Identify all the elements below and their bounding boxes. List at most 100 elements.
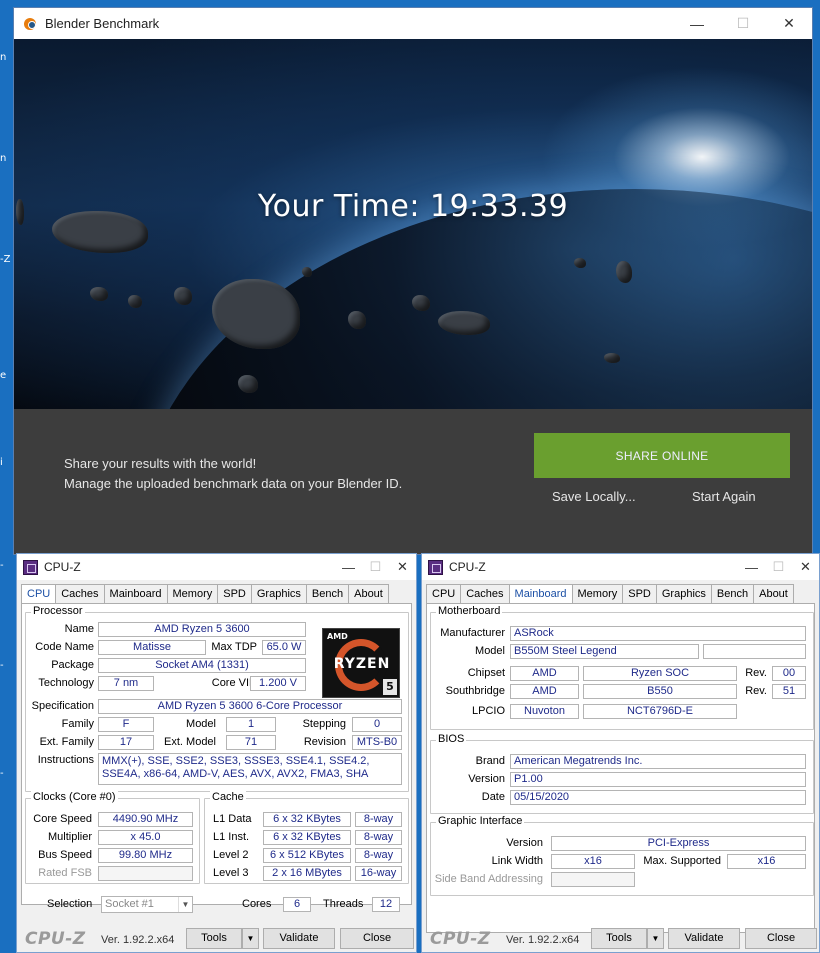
instructions-value: MMX(+), SSE, SSE2, SSE3, SSSE3, SSE4.1, … xyxy=(98,753,402,785)
asteroid xyxy=(604,353,620,363)
amd-text: AMD xyxy=(327,632,348,641)
tools-button[interactable]: Tools xyxy=(591,928,647,949)
close-button[interactable]: ✕ xyxy=(792,554,819,580)
tab-spd[interactable]: SPD xyxy=(218,584,252,604)
l1-data-size: 6 x 32 KBytes xyxy=(263,812,351,827)
tab-bench[interactable]: Bench xyxy=(711,584,755,604)
field-label: Ext. Model xyxy=(164,736,216,748)
mainboard-panel: Motherboard Manufacturer ASRock Model B5… xyxy=(426,603,815,933)
tab-spd[interactable]: SPD xyxy=(623,584,657,604)
validate-button[interactable]: Validate xyxy=(263,928,335,949)
package-value: Socket AM4 (1331) xyxy=(98,658,306,673)
tab-graphics[interactable]: Graphics xyxy=(656,584,712,604)
tab-bar: CPU Caches Mainboard Memory SPD Graphics… xyxy=(21,584,389,605)
blender-logo-icon xyxy=(23,16,39,32)
field-label: Rev. xyxy=(745,667,767,679)
tab-memory[interactable]: Memory xyxy=(167,584,219,604)
bios-date-value: 05/15/2020 xyxy=(510,790,806,805)
minimize-button[interactable]: — xyxy=(335,554,362,580)
asteroid xyxy=(238,375,258,393)
southbridge-vendor-value: AMD xyxy=(510,684,579,699)
tab-mainboard[interactable]: Mainboard xyxy=(509,584,573,605)
socket-select[interactable]: Socket #1 ▼ xyxy=(101,896,193,913)
asteroid xyxy=(128,295,142,308)
close-button[interactable]: ✕ xyxy=(389,554,416,580)
field-label: Multiplier xyxy=(47,831,92,843)
tools-dropdown-button[interactable]: ▼ xyxy=(647,928,664,949)
minimize-button[interactable]: — xyxy=(738,554,765,580)
motherboard-group: Motherboard Manufacturer ASRock Model B5… xyxy=(430,605,814,730)
field-label: Stepping xyxy=(302,718,346,730)
save-locally-link[interactable]: Save Locally... xyxy=(552,489,636,504)
desktop-icon-label: -Z xyxy=(0,254,11,265)
share-description: Share your results with the world! Manag… xyxy=(64,454,424,494)
tools-dropdown-button[interactable]: ▼ xyxy=(242,928,259,949)
chipset-name-value: Ryzen SOC xyxy=(583,666,737,681)
core-vid-value: 1.200 V xyxy=(250,676,306,691)
field-label: Southbridge xyxy=(445,685,505,697)
validate-button[interactable]: Validate xyxy=(668,928,740,949)
share-panel: Share your results with the world! Manag… xyxy=(14,409,812,554)
asteroid xyxy=(412,295,430,311)
field-label: Name xyxy=(64,623,94,635)
field-label: Side Band Addressing xyxy=(434,873,543,885)
desktop-icon-label: n xyxy=(0,153,7,164)
tab-mainboard[interactable]: Mainboard xyxy=(104,584,168,604)
tab-cpu[interactable]: CPU xyxy=(21,584,57,605)
title-bar[interactable]: Blender Benchmark — ☐ ✕ xyxy=(14,8,812,39)
max-supported-value: x16 xyxy=(727,854,806,869)
field-label: Max. Supported xyxy=(643,855,721,867)
tab-about[interactable]: About xyxy=(754,584,794,604)
close-button[interactable]: Close xyxy=(745,928,817,949)
cpuz-brand: CPU-Z xyxy=(25,929,86,949)
level2-way: 8-way xyxy=(355,848,402,863)
l1-data-way: 8-way xyxy=(355,812,402,827)
lpcio-name-value: NCT6796D-E xyxy=(583,704,737,719)
asteroid xyxy=(90,287,108,301)
field-label: Cores xyxy=(242,898,272,910)
tab-memory[interactable]: Memory xyxy=(572,584,624,604)
footer: CPU-Z Ver. 1.92.2.x64 Tools ▼ Validate C… xyxy=(422,926,819,952)
minimize-button[interactable]: — xyxy=(674,8,720,39)
tab-cpu[interactable]: CPU xyxy=(426,584,462,604)
technology-value: 7 nm xyxy=(98,676,154,691)
group-title: Clocks (Core #0) xyxy=(31,791,118,803)
tab-caches[interactable]: Caches xyxy=(461,584,510,604)
field-label: Chipset xyxy=(467,667,505,679)
ryzen-tier: 5 xyxy=(383,679,397,695)
title-bar[interactable]: CPU-Z — ☐ ✕ xyxy=(422,554,819,580)
clocks-group: Clocks (Core #0) Core Speed 4490.90 MHz … xyxy=(25,791,200,884)
tab-about[interactable]: About xyxy=(349,584,389,604)
maximize-button[interactable]: ☐ xyxy=(720,8,766,39)
maximize-button[interactable]: ☐ xyxy=(765,554,792,580)
close-button[interactable]: ✕ xyxy=(766,8,812,39)
footer: CPU-Z Ver. 1.92.2.x64 Tools ▼ Validate C… xyxy=(17,926,416,952)
model-extra-value xyxy=(703,644,806,659)
title-bar[interactable]: CPU-Z — ☐ ✕ xyxy=(17,554,416,580)
maximize-button[interactable]: ☐ xyxy=(362,554,389,580)
close-button[interactable]: Close xyxy=(340,928,414,949)
cores-value: 6 xyxy=(283,897,311,912)
tab-bench[interactable]: Bench xyxy=(306,584,350,604)
bios-brand-value: American Megatrends Inc. xyxy=(510,754,806,769)
field-label: Brand xyxy=(475,755,505,767)
tab-caches[interactable]: Caches xyxy=(56,584,105,604)
field-label: Version xyxy=(468,773,505,785)
field-label: Family xyxy=(61,718,94,730)
start-again-link[interactable]: Start Again xyxy=(692,489,756,504)
your-time-result: Your Time: 19:33.39 xyxy=(257,189,569,224)
tab-graphics[interactable]: Graphics xyxy=(251,584,307,604)
field-label: Model xyxy=(186,718,216,730)
tools-button[interactable]: Tools xyxy=(186,928,242,949)
share-online-button[interactable]: SHARE ONLINE xyxy=(534,433,790,478)
socket-select-value: Socket #1 xyxy=(105,898,154,910)
field-label: Revision xyxy=(303,736,346,748)
field-label: Level 3 xyxy=(213,867,249,879)
side-band-value xyxy=(551,872,635,887)
multiplier-value: x 45.0 xyxy=(98,830,193,845)
group-title: Cache xyxy=(210,791,246,803)
cpuz-window-mainboard: CPU-Z — ☐ ✕ CPU Caches Mainboard Memory … xyxy=(421,553,820,953)
family-value: F xyxy=(98,717,154,732)
field-label: Threads xyxy=(323,898,364,910)
field-label: Instructions xyxy=(37,754,94,766)
